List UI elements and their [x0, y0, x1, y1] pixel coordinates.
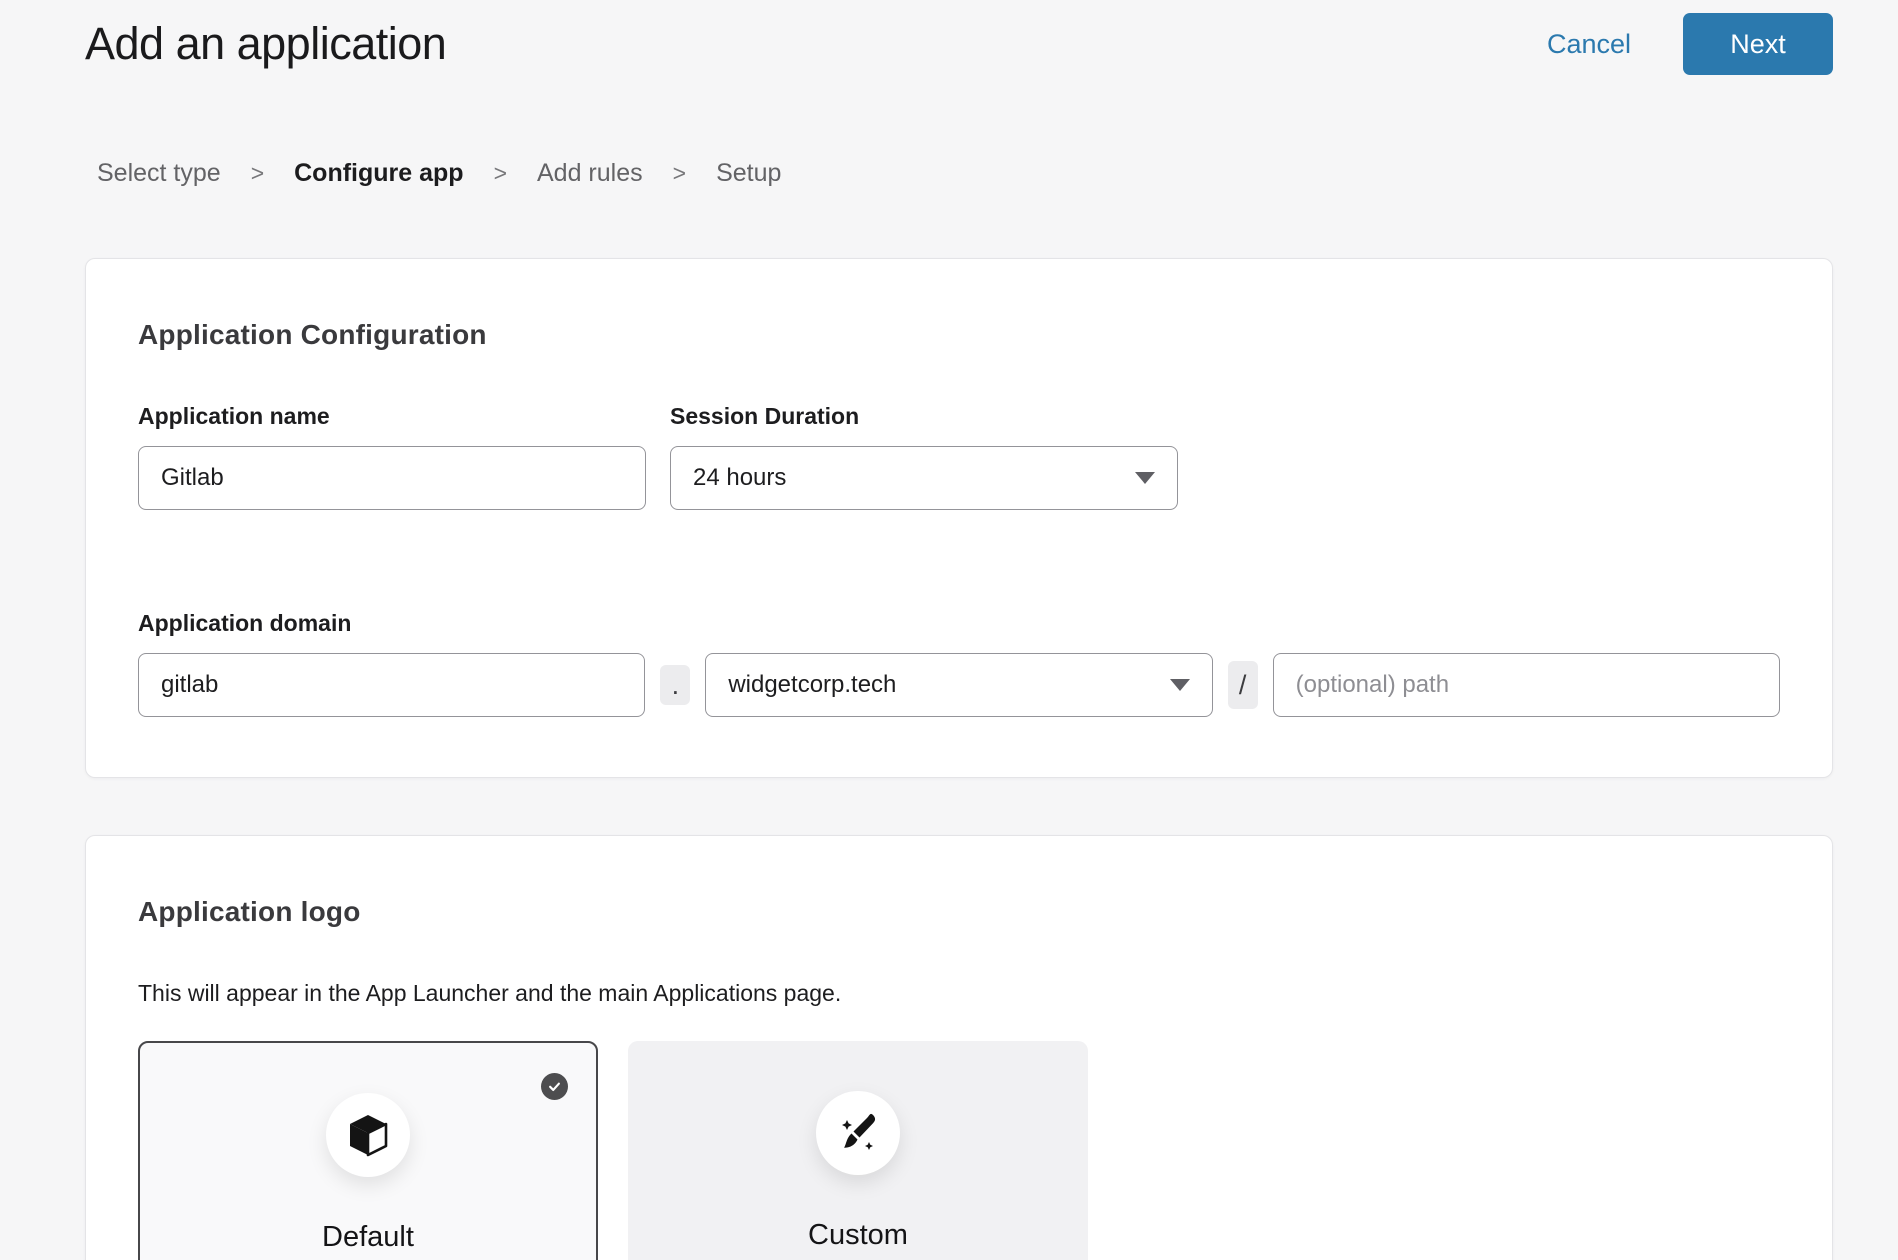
logo-card-title: Application logo [138, 896, 1780, 928]
add-application-page: Add an application Cancel Next Select ty… [85, 0, 1833, 1260]
application-name-input[interactable] [138, 446, 646, 510]
subdomain-input[interactable] [138, 653, 645, 717]
logo-option-label: Default [322, 1221, 414, 1254]
logo-options: Default Custom [138, 1041, 1780, 1260]
step-separator: > [251, 160, 264, 187]
application-logo-card: Application logo This will appear in the… [85, 835, 1833, 1260]
session-duration-field-group: Session Duration 24 hours [670, 403, 1178, 510]
step-add-rules[interactable]: Add rules [537, 159, 643, 188]
selected-check-badge [541, 1073, 568, 1100]
slash-separator: / [1228, 661, 1258, 709]
default-logo-circle [326, 1093, 410, 1177]
step-setup[interactable]: Setup [716, 159, 781, 188]
check-icon [547, 1079, 562, 1094]
top-bar: Add an application Cancel Next [85, 0, 1833, 75]
page-title: Add an application [85, 18, 446, 70]
step-separator: > [494, 160, 507, 187]
session-duration-label: Session Duration [670, 403, 1178, 430]
application-configuration-card: Application Configuration Application na… [85, 258, 1833, 778]
paintbrush-icon [836, 1111, 880, 1155]
dot-separator: . [660, 665, 690, 705]
logo-option-custom[interactable]: Custom [628, 1041, 1088, 1260]
application-domain-section: Application domain . widgetcorp.tech / [138, 610, 1780, 717]
custom-logo-circle [816, 1091, 900, 1175]
step-configure-app[interactable]: Configure app [294, 159, 463, 188]
next-button[interactable]: Next [1683, 13, 1833, 75]
domain-select[interactable]: widgetcorp.tech [705, 653, 1212, 717]
step-select-type[interactable]: Select type [97, 159, 221, 188]
cancel-button[interactable]: Cancel [1547, 29, 1631, 60]
cube-icon [348, 1113, 388, 1157]
application-name-field-group: Application name [138, 403, 646, 510]
application-domain-label: Application domain [138, 610, 1780, 637]
step-separator: > [673, 160, 686, 187]
session-duration-value: 24 hours [693, 464, 786, 492]
domain-select-value: widgetcorp.tech [728, 671, 896, 699]
header-actions: Cancel Next [1547, 13, 1833, 75]
application-domain-row: . widgetcorp.tech / [138, 653, 1780, 717]
chevron-down-icon [1170, 679, 1190, 691]
application-name-label: Application name [138, 403, 646, 430]
config-card-title: Application Configuration [138, 319, 1780, 351]
logo-option-default[interactable]: Default [138, 1041, 598, 1260]
logo-option-label: Custom [808, 1219, 908, 1252]
name-duration-row: Application name Session Duration 24 hou… [138, 403, 1780, 510]
wizard-steps: Select type > Configure app > Add rules … [97, 159, 1833, 188]
session-duration-select[interactable]: 24 hours [670, 446, 1178, 510]
path-input[interactable] [1273, 653, 1780, 717]
logo-card-description: This will appear in the App Launcher and… [138, 980, 1780, 1007]
chevron-down-icon [1135, 472, 1155, 484]
